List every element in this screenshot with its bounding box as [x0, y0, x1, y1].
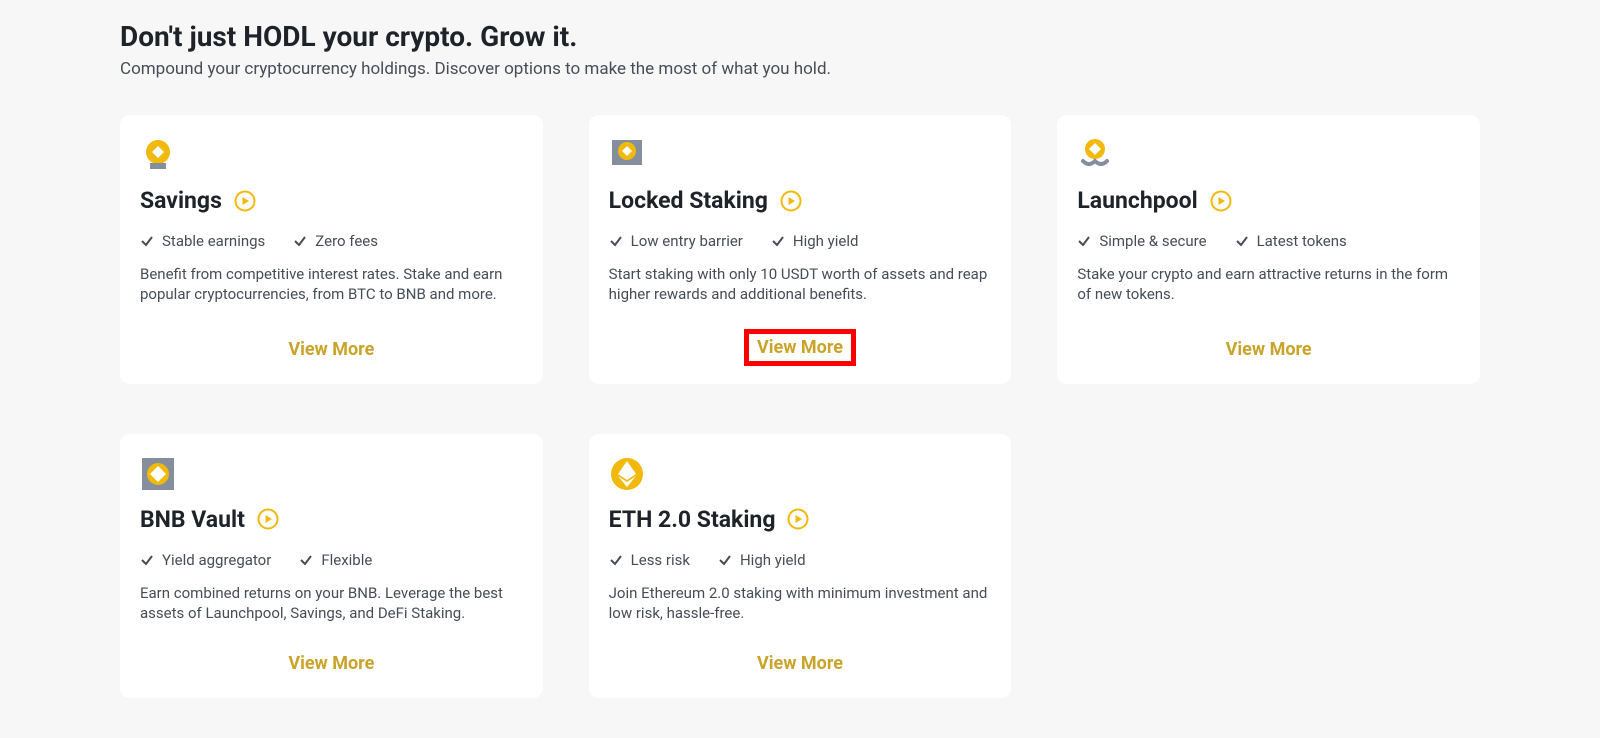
feature-item: Flexible: [299, 551, 372, 569]
feature-label: Simple & secure: [1099, 232, 1206, 250]
page-subtitle: Compound your cryptocurrency holdings. D…: [120, 59, 1480, 79]
play-icon[interactable]: [787, 508, 809, 530]
card-description: Start staking with only 10 USDT worth of…: [609, 264, 992, 305]
view-more-wrap: View More: [140, 647, 523, 680]
check-icon: [140, 553, 154, 567]
view-more-button[interactable]: View More: [276, 333, 386, 366]
savings-icon: [140, 137, 176, 173]
feature-label: Stable earnings: [162, 232, 265, 250]
view-more-button[interactable]: View More: [276, 647, 386, 680]
view-more-button[interactable]: View More: [745, 647, 855, 680]
view-more-wrap: View More: [609, 329, 992, 366]
cards-grid: Savings Stable earnings: [120, 115, 1480, 698]
feature-item: Stable earnings: [140, 232, 265, 250]
feature-item: High yield: [771, 232, 859, 250]
feature-label: Low entry barrier: [631, 232, 743, 250]
play-icon[interactable]: [234, 190, 256, 212]
check-icon: [609, 553, 623, 567]
feature-label: High yield: [740, 551, 806, 569]
card-title-row: Launchpool: [1077, 187, 1460, 214]
view-more-wrap: View More: [140, 333, 523, 366]
card-title-row: Locked Staking: [609, 187, 992, 214]
feature-item: Zero fees: [293, 232, 378, 250]
feature-label: Less risk: [631, 551, 690, 569]
play-icon[interactable]: [1210, 190, 1232, 212]
check-icon: [771, 234, 785, 248]
check-icon: [718, 553, 732, 567]
locked-staking-icon: [609, 137, 645, 173]
card-title: BNB Vault: [140, 506, 245, 533]
launchpool-icon: [1077, 137, 1113, 173]
check-icon: [1077, 234, 1091, 248]
check-icon: [140, 234, 154, 248]
card-title-row: BNB Vault: [140, 506, 523, 533]
feature-label: High yield: [793, 232, 859, 250]
features-row: Yield aggregator Flexible: [140, 551, 523, 569]
check-icon: [299, 553, 313, 567]
feature-label: Latest tokens: [1257, 232, 1347, 250]
view-more-button[interactable]: View More: [1214, 333, 1324, 366]
bnb-vault-icon: [140, 456, 176, 492]
feature-label: Yield aggregator: [162, 551, 271, 569]
play-icon[interactable]: [780, 190, 802, 212]
features-row: Less risk High yield: [609, 551, 992, 569]
card-title-row: ETH 2.0 Staking: [609, 506, 992, 533]
card-description: Stake your crypto and earn attractive re…: [1077, 264, 1460, 309]
view-more-button[interactable]: View More: [744, 329, 856, 366]
play-icon[interactable]: [257, 508, 279, 530]
eth-staking-icon: [609, 456, 645, 492]
card-launchpool: Launchpool Simple & secure: [1057, 115, 1480, 384]
check-icon: [1235, 234, 1249, 248]
feature-item: High yield: [718, 551, 806, 569]
feature-item: Less risk: [609, 551, 690, 569]
card-eth-staking: ETH 2.0 Staking Less risk: [589, 434, 1012, 699]
features-row: Stable earnings Zero fees: [140, 232, 523, 250]
features-row: Simple & secure Latest tokens: [1077, 232, 1460, 250]
feature-item: Simple & secure: [1077, 232, 1206, 250]
page-title: Don't just HODL your crypto. Grow it.: [120, 20, 1480, 53]
card-title: ETH 2.0 Staking: [609, 506, 776, 533]
feature-item: Yield aggregator: [140, 551, 271, 569]
feature-item: Low entry barrier: [609, 232, 743, 250]
card-title: Launchpool: [1077, 187, 1197, 214]
view-more-wrap: View More: [1077, 333, 1460, 366]
card-description: Join Ethereum 2.0 staking with minimum i…: [609, 583, 992, 624]
card-savings: Savings Stable earnings: [120, 115, 543, 384]
card-title: Savings: [140, 187, 222, 214]
view-more-wrap: View More: [609, 647, 992, 680]
card-description: Benefit from competitive interest rates.…: [140, 264, 523, 309]
card-description: Earn combined returns on your BNB. Lever…: [140, 583, 523, 624]
main-container: Don't just HODL your crypto. Grow it. Co…: [0, 0, 1600, 738]
card-bnb-vault: BNB Vault Yield aggregator: [120, 434, 543, 699]
features-row: Low entry barrier High yield: [609, 232, 992, 250]
card-title-row: Savings: [140, 187, 523, 214]
card-locked-staking: Locked Staking Low entry barrier: [589, 115, 1012, 384]
feature-item: Latest tokens: [1235, 232, 1347, 250]
check-icon: [609, 234, 623, 248]
feature-label: Zero fees: [315, 232, 378, 250]
feature-label: Flexible: [321, 551, 372, 569]
card-title: Locked Staking: [609, 187, 768, 214]
check-icon: [293, 234, 307, 248]
